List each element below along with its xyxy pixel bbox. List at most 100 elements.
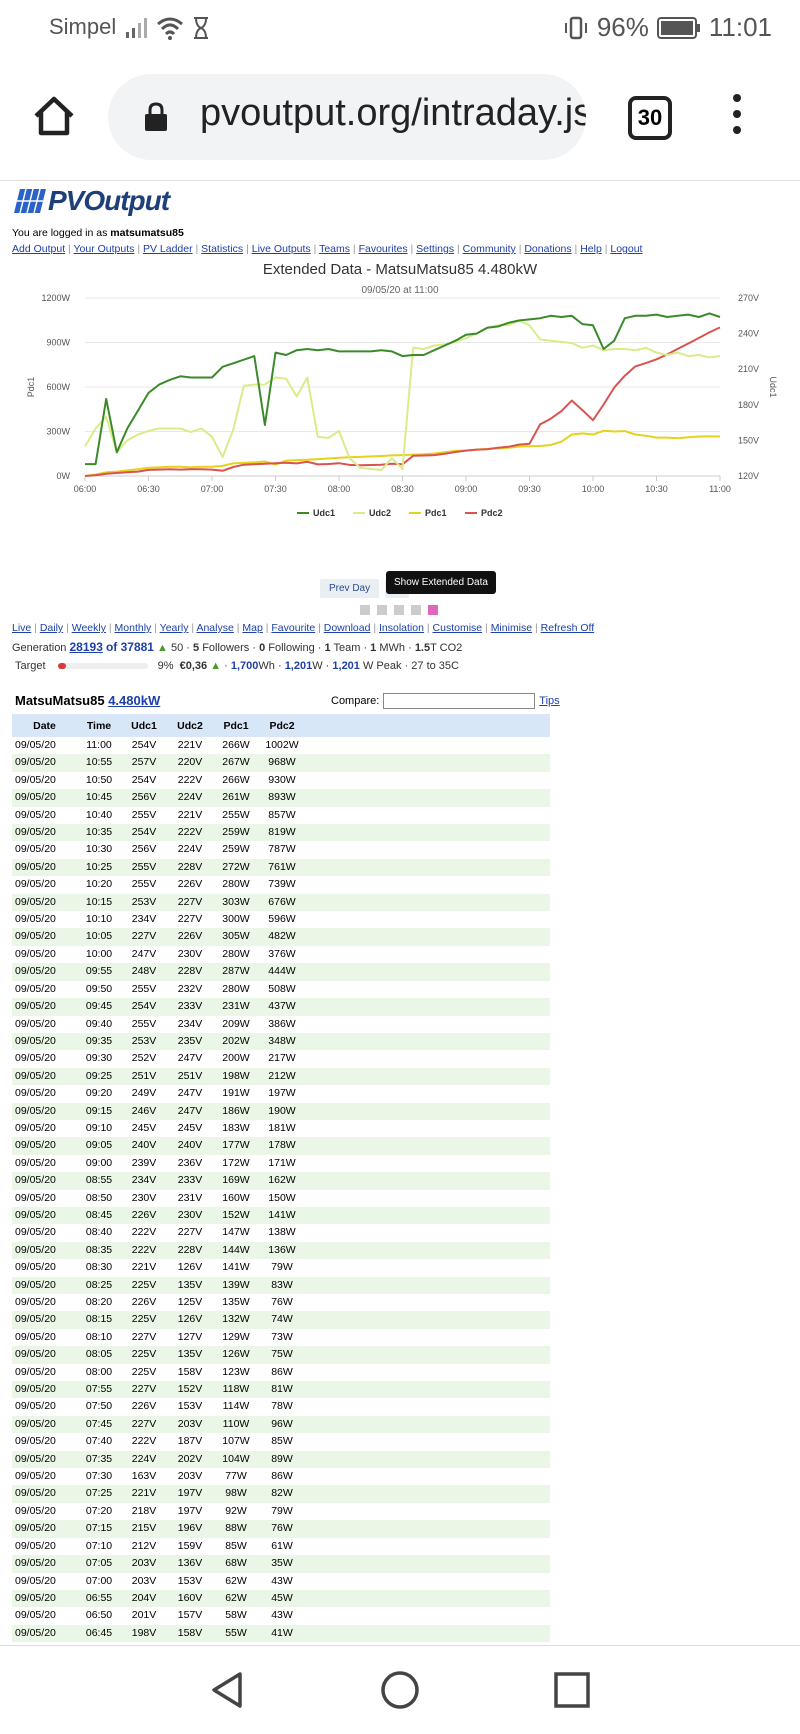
chart-link-live[interactable]: Live	[12, 622, 31, 634]
chart-link-yearly[interactable]: Yearly	[160, 622, 189, 634]
table-row: 09/05/20 10:15 253V 227V 303W 676W	[12, 893, 550, 912]
cell-pdc1: 88W	[213, 1520, 259, 1538]
cell-pdc2: 819W	[259, 824, 305, 842]
cell-spacer	[305, 1311, 550, 1329]
home-icon[interactable]	[30, 92, 78, 140]
table-row: 09/05/20 08:05 225V 135V 126W 75W	[12, 1346, 550, 1364]
chart-link-map[interactable]: Map	[242, 622, 262, 634]
cell-pdc1: 85W	[225, 1539, 247, 1552]
nav-link-community[interactable]: Community	[463, 243, 516, 255]
cell-time: 10:20	[85, 878, 113, 891]
cell-pdc2: 787W	[268, 843, 296, 856]
cell-spacer	[305, 1241, 550, 1260]
nav-link-donations[interactable]: Donations	[524, 243, 571, 255]
cell-pdc2: 676W	[259, 893, 305, 912]
x-tick-label: 09:00	[455, 484, 478, 494]
cell-spacer	[305, 858, 550, 877]
cell-udc1: 255V	[131, 878, 157, 891]
cell-date: 09/05/20	[15, 1470, 56, 1483]
rank-link[interactable]: 28193	[70, 640, 103, 654]
nav-link-help[interactable]: Help	[580, 243, 602, 255]
address-bar[interactable]: pvoutput.org/intraday.js	[108, 74, 586, 160]
y2-axis-label: Udc1	[768, 376, 778, 397]
chart-link-download[interactable]: Download	[324, 622, 371, 634]
chart-link-monthly[interactable]: Monthly	[115, 622, 152, 634]
vibrate-icon	[564, 16, 587, 39]
chart-link-favourite[interactable]: Favourite	[271, 622, 315, 634]
prev-day-button[interactable]: Prev Day	[320, 579, 380, 598]
cell-pdc2: 968W	[259, 754, 305, 772]
nav-link-teams[interactable]: Teams	[319, 243, 350, 255]
nav-link-settings[interactable]: Settings	[416, 243, 454, 255]
power-w: 1,201	[284, 660, 313, 672]
cell-pdc1: 98W	[213, 1485, 259, 1503]
table-row: 09/05/20 08:45 226V 230V 152W 141W	[12, 1206, 550, 1225]
chart-link-minimise[interactable]: Minimise	[491, 622, 532, 634]
table-row: 09/05/20 08:25 225V 135V 139W 83W	[12, 1276, 550, 1294]
separator: |	[454, 243, 463, 255]
cell-pdc2: 82W	[259, 1485, 305, 1503]
tips-link[interactable]: Tips	[539, 695, 559, 707]
chart-link-customise[interactable]: Customise	[433, 622, 483, 634]
cell-spacer	[305, 1589, 550, 1608]
cell-time: 10:25	[77, 858, 121, 877]
cell-pdc2: 136W	[259, 1241, 305, 1260]
cell-udc2: 222V	[167, 824, 213, 842]
table-row: 09/05/20 09:45 254V 233V 231W 437W	[12, 998, 550, 1016]
chart-link-insolation[interactable]: Insolation	[379, 622, 424, 634]
tab-switcher-button[interactable]: 30	[628, 96, 672, 140]
overflow-menu-icon[interactable]	[730, 94, 744, 140]
nav-link-statistics[interactable]: Statistics	[201, 243, 243, 255]
table-row: 09/05/20 06:50 201V 157V 58W 43W	[12, 1607, 550, 1624]
compare-input[interactable]	[383, 693, 536, 709]
table-row: 09/05/20 10:00 247V 230V 280W 376W	[12, 946, 550, 963]
view-square-1[interactable]	[360, 605, 370, 615]
view-square-3[interactable]	[394, 605, 404, 615]
table-row: 09/05/20 08:20 226V 125V 135W 76W	[12, 1294, 550, 1311]
view-square-2[interactable]	[377, 605, 387, 615]
cell-spacer	[305, 876, 550, 893]
cell-pdc2: 150W	[268, 1191, 296, 1204]
cell-date: 09/05/20	[15, 947, 56, 960]
cell-udc1: 163V	[131, 1470, 157, 1483]
view-square-4[interactable]	[411, 605, 421, 615]
cell-udc1: 246V	[121, 1102, 167, 1120]
cell-udc2: 226V	[167, 928, 213, 946]
system-name-text: MatsuMatsu85	[15, 693, 105, 708]
series-line-udc1	[85, 312, 721, 466]
cell-udc2: 232V	[177, 982, 203, 995]
cell-date: 09/05/20	[15, 1191, 56, 1204]
nav-link-add-output[interactable]: Add Output	[12, 243, 65, 255]
cell-date: 09/05/20	[12, 1450, 77, 1469]
cell-pdc2: 178W	[259, 1137, 305, 1155]
cell-spacer	[305, 1294, 550, 1311]
separator: |	[134, 243, 143, 255]
chart-link-weekly[interactable]: Weekly	[72, 622, 106, 634]
cell-time: 07:45	[77, 1415, 121, 1434]
cell-udc1: 234V	[121, 1172, 167, 1190]
cell-pdc1: 55W	[213, 1624, 259, 1643]
nav-link-pv-ladder[interactable]: PV Ladder	[143, 243, 193, 255]
cell-time: 09:05	[77, 1137, 121, 1155]
chart-link-analyse[interactable]: Analyse	[196, 622, 233, 634]
nav-link-live-outputs[interactable]: Live Outputs	[252, 243, 311, 255]
table-row: 09/05/20 10:40 255V 221V 255W 857W	[12, 807, 550, 824]
back-icon[interactable]	[208, 1670, 248, 1710]
view-square-extended[interactable]	[428, 605, 438, 615]
recents-icon[interactable]	[552, 1670, 592, 1710]
home-circle-icon[interactable]	[380, 1670, 420, 1710]
pvoutput-logo[interactable]: PVOutput	[12, 183, 170, 219]
chart-link-refresh-off[interactable]: Refresh Off	[541, 622, 595, 634]
cell-spacer	[305, 946, 550, 963]
system-size-link[interactable]: 4.480kW	[108, 693, 160, 708]
chart-link-daily[interactable]: Daily	[40, 622, 63, 634]
nav-link-favourites[interactable]: Favourites	[359, 243, 408, 255]
column-header-spacer	[305, 714, 550, 737]
cell-spacer	[305, 737, 550, 754]
cell-time: 06:50	[85, 1609, 113, 1622]
cell-time: 08:30	[85, 1261, 113, 1274]
cell-time: 08:50	[85, 1191, 113, 1204]
nav-link-logout[interactable]: Logout	[610, 243, 642, 255]
nav-link-your-outputs[interactable]: Your Outputs	[74, 243, 135, 255]
cell-time: 07:05	[77, 1555, 121, 1573]
